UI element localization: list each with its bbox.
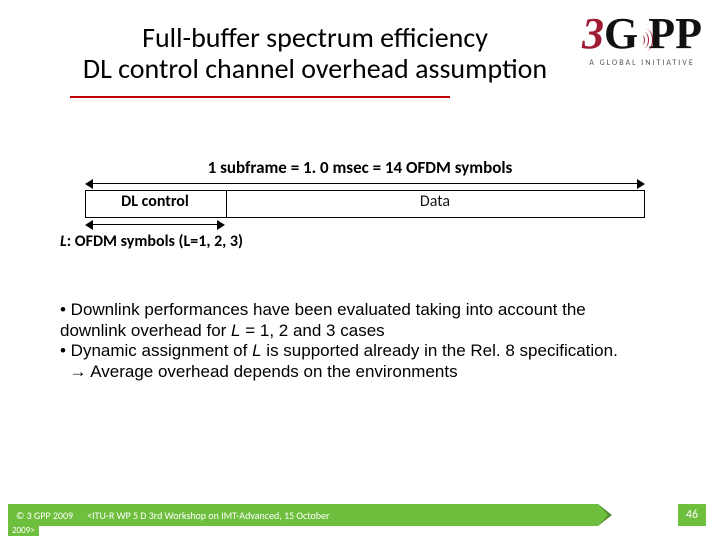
logo-digit-3: 3 [582,12,604,56]
bullet-1-line-b-pre: downlink overhead for [60,321,231,340]
l-rest: : OFDM symbols (L=1, 2, 3) [67,232,243,251]
bullet-3-text: Average overhead depends on the environm… [86,362,457,381]
bullet-2-post: is supported already in the Rel. 8 speci… [262,341,618,360]
bullet-3: → Average overhead depends on the enviro… [60,362,680,383]
bullet-1-L: L [231,321,240,340]
title-line-1: Full-buffer spectrum efficiency [142,20,488,55]
bullet-2-pre: • Dynamic assignment of [60,341,252,360]
radio-waves-icon [639,28,647,52]
subframe-heading: 1 subframe = 1. 0 msec = 14 OFDM symbols [0,157,720,178]
l-italic: L [60,232,67,251]
title-line-2: DL control channel overhead assumption [83,51,547,86]
data-region-label: Data [225,192,645,211]
bullet-body: • Downlink performances have been evalua… [60,300,680,383]
footer-subtitle: <ITU-R WP 5 D 3rd Workshop on IMT-Advanc… [87,509,329,522]
page-number: 46 [678,504,706,526]
bullet-2: • Dynamic assignment of L is supported a… [60,341,680,362]
bullet-1-line-a: • Downlink performances have been evalua… [60,300,586,319]
dl-span-arrow [85,220,225,230]
footer-year-extra: 2009> [8,525,39,536]
l-symbols-caption: L: OFDM symbols (L=1, 2, 3) [60,232,243,251]
slide-title: Full-buffer spectrum efficiency DL contr… [60,22,570,85]
footer-chevron [598,504,608,526]
bullet-1-line-b-post: = 1, 2 and 3 cases [241,321,385,340]
bullet-2-L: L [252,341,261,360]
bullet-1: • Downlink performances have been evalua… [60,300,680,341]
footer-copyright: © 3 GPP 2009 [16,509,73,522]
subframe-span-arrow [85,179,645,189]
logo-letters-pp: PP [648,12,702,56]
dl-control-label: DL control [85,192,225,211]
footer-green-strip: © 3 GPP 2009 <ITU-R WP 5 D 3rd Workshop … [8,504,598,526]
logo-3gpp: 3 G PP A GLOBAL INITIATIVE [582,12,702,68]
arrow-right-icon: → [69,362,86,381]
title-underline [70,96,450,98]
footer-bar: © 3 GPP 2009 <ITU-R WP 5 D 3rd Workshop … [0,502,720,526]
logo-letter-g: G [604,12,638,56]
logo-tagline: A GLOBAL INITIATIVE [582,58,702,68]
